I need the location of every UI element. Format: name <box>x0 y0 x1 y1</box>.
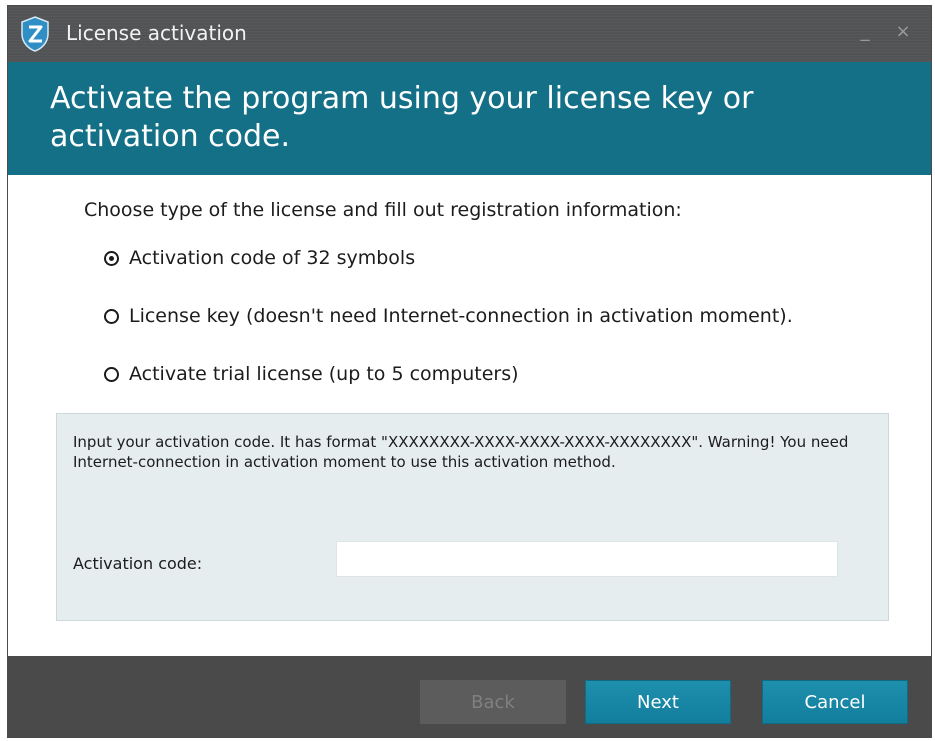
window-title: License activation <box>66 21 247 45</box>
radio-option-license-key[interactable]: License key (doesn't need Internet-conne… <box>104 302 793 330</box>
radio-label: Activate trial license (up to 5 computer… <box>129 363 519 385</box>
footer-bar: Back Next Cancel <box>8 656 931 737</box>
minimize-button[interactable]: _ <box>854 20 876 44</box>
panel-info-text: Input your activation code. It has forma… <box>73 433 849 471</box>
cancel-button[interactable]: Cancel <box>762 680 908 724</box>
activation-code-input[interactable] <box>336 541 838 577</box>
radio-option-trial-license[interactable]: Activate trial license (up to 5 computer… <box>104 360 519 388</box>
back-button[interactable]: Back <box>420 680 566 724</box>
radio-button[interactable] <box>104 366 119 382</box>
header-banner: Activate the program using your license … <box>8 62 931 175</box>
instruction-text: Choose type of the license and fill out … <box>84 199 682 221</box>
radio-label: Activation code of 32 symbols <box>129 247 416 269</box>
close-button[interactable]: × <box>892 20 914 44</box>
banner-heading: Activate the program using your license … <box>50 81 754 154</box>
license-activation-window: License activation _ × Activate the prog… <box>8 6 931 737</box>
activation-code-label: Activation code: <box>73 554 203 573</box>
title-bar[interactable]: License activation _ × <box>8 6 931 62</box>
radio-label: License key (doesn't need Internet-conne… <box>129 305 793 327</box>
app-logo-icon <box>21 16 49 52</box>
next-button[interactable]: Next <box>585 680 731 724</box>
radio-button-checked[interactable] <box>104 250 119 266</box>
activation-code-panel: Input your activation code. It has forma… <box>56 413 889 621</box>
radio-option-activation-code[interactable]: Activation code of 32 symbols <box>104 244 415 272</box>
radio-button[interactable] <box>104 308 119 324</box>
